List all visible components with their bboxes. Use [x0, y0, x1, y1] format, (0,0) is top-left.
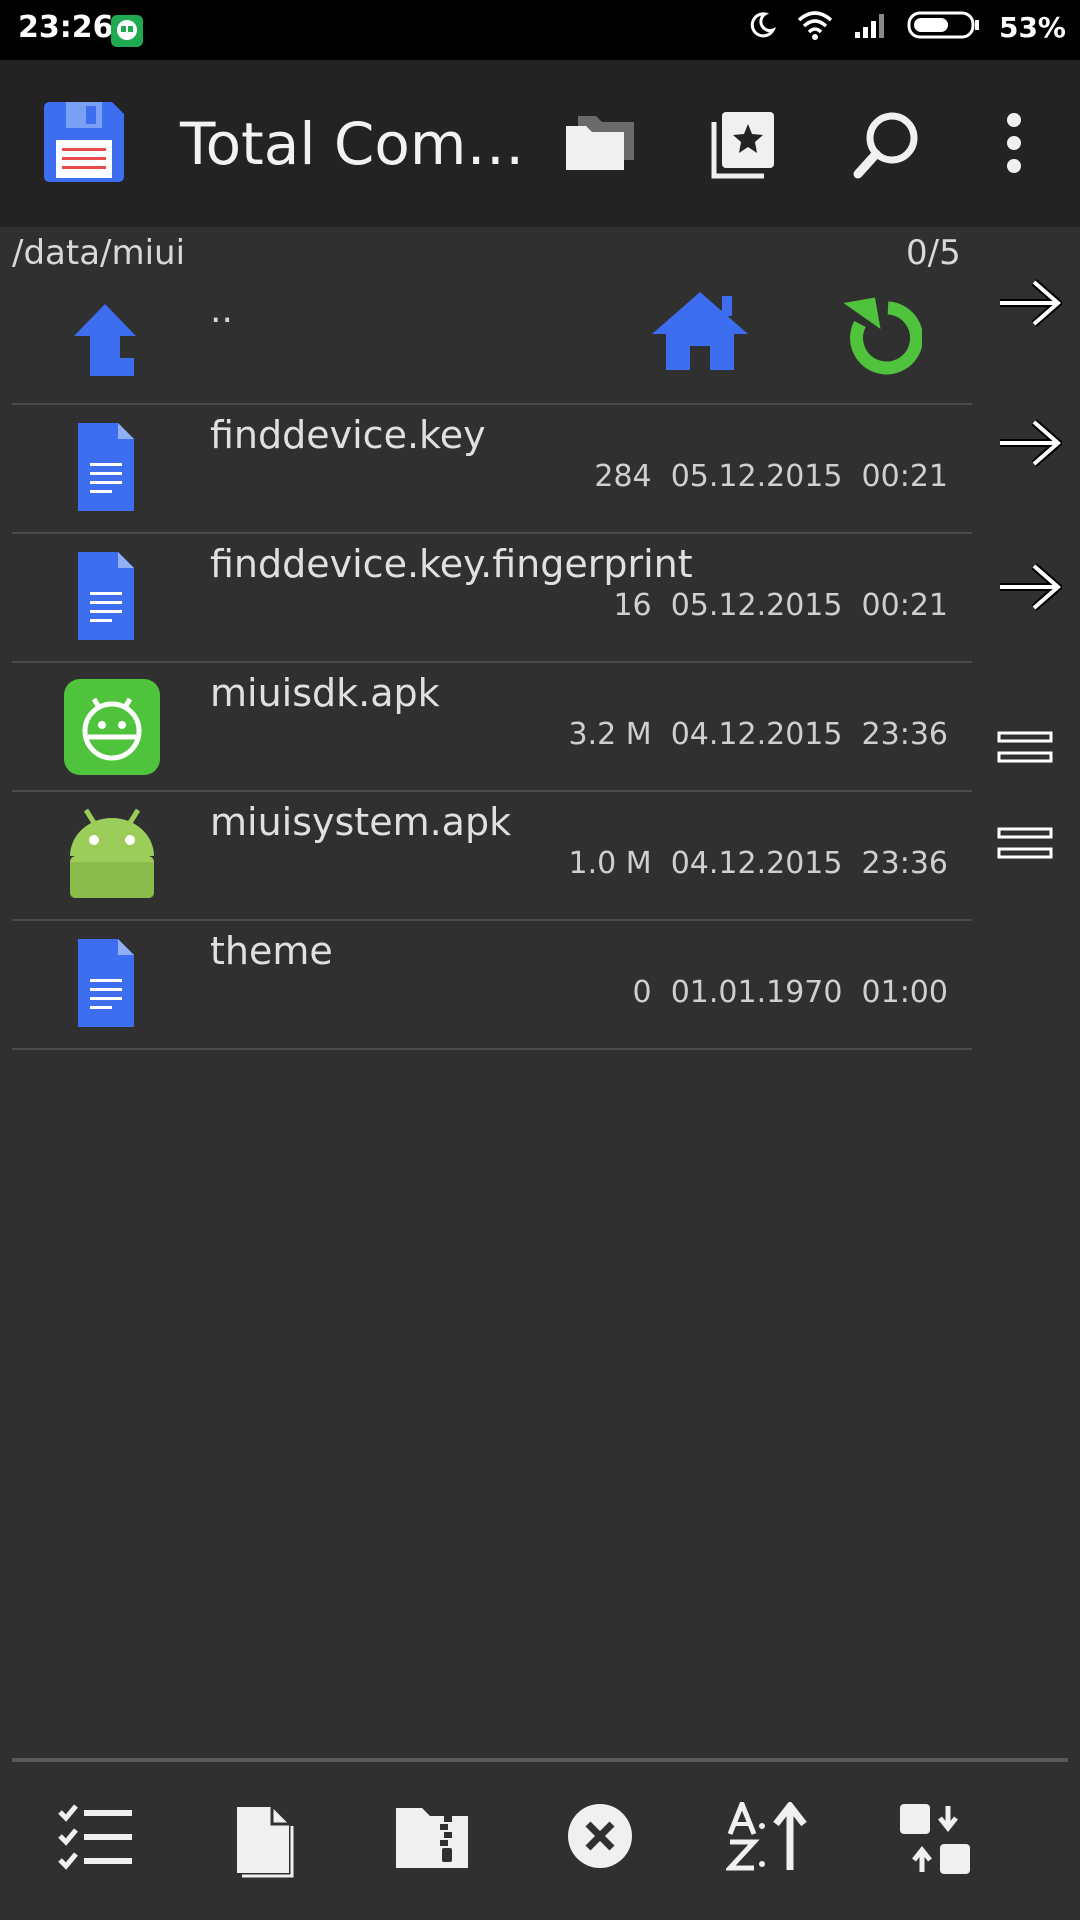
- refresh-icon[interactable]: [838, 294, 924, 382]
- file-list: finddevice.key 284 05.12.2015 00:21 find…: [12, 403, 972, 1050]
- file-name: miuisdk.apk: [210, 671, 440, 715]
- sort-az-icon[interactable]: [724, 1797, 810, 1876]
- file-meta: 1.0 M 04.12.2015 23:36: [568, 846, 949, 881]
- file-row[interactable]: finddevice.key.fingerprint 16 05.12.2015…: [12, 532, 972, 661]
- document-icon: [62, 935, 142, 1035]
- arrow-right-icon[interactable]: [996, 278, 1065, 332]
- equals-icon[interactable]: [996, 824, 1054, 868]
- home-icon[interactable]: [650, 290, 750, 376]
- bottom-toolbar: [0, 1762, 1080, 1920]
- arrow-right-icon[interactable]: [996, 418, 1065, 472]
- arrow-right-icon[interactable]: [996, 562, 1065, 616]
- file-meta: 0 01.01.1970 01:00: [632, 975, 948, 1010]
- current-path[interactable]: /data/miui: [12, 233, 185, 273]
- new-file-icon[interactable]: [232, 1802, 294, 1882]
- file-row[interactable]: miuisystem.apk 1.0 M 04.12.2015 23:36: [12, 790, 972, 919]
- moon-icon: [747, 10, 777, 44]
- android-app-icon: [62, 677, 162, 781]
- file-row[interactable]: finddevice.key 284 05.12.2015 00:21: [12, 403, 972, 532]
- document-icon: [62, 419, 142, 519]
- file-name: finddevice.key: [210, 413, 486, 457]
- cancel-icon[interactable]: [566, 1802, 634, 1874]
- status-time: 23:26: [18, 10, 114, 45]
- status-bar: 23:26 53%: [0, 0, 1080, 60]
- document-icon: [62, 548, 142, 648]
- search-icon[interactable]: [852, 110, 922, 184]
- file-name: finddevice.key.fingerprint: [210, 542, 693, 586]
- bookmarks-icon[interactable]: [708, 110, 778, 184]
- app-bar: Total Com…: [0, 60, 1080, 227]
- floppy-disk-icon[interactable]: [40, 100, 126, 188]
- file-meta: 3.2 M 04.12.2015 23:36: [568, 717, 949, 752]
- file-name: miuisystem.apk: [210, 800, 512, 844]
- status-icons: 53%: [747, 10, 1066, 44]
- more-vert-icon[interactable]: [1000, 110, 1028, 180]
- battery-percent: 53%: [998, 10, 1066, 44]
- file-meta: 16 05.12.2015 00:21: [613, 588, 948, 623]
- equals-icon[interactable]: [996, 728, 1054, 772]
- file-row[interactable]: theme 0 01.01.1970 01:00: [12, 919, 972, 1050]
- up-directory-icon[interactable]: [72, 302, 138, 382]
- battery-icon: [907, 10, 981, 44]
- parent-dir-label: ..: [210, 290, 233, 331]
- selection-count: 0/5: [906, 233, 961, 273]
- zip-folder-icon[interactable]: [394, 1802, 470, 1876]
- swap-panels-icon[interactable]: [898, 1802, 972, 1880]
- app-title: Total Com…: [180, 110, 525, 178]
- parent-directory-row[interactable]: ..: [0, 290, 972, 402]
- wifi-icon: [795, 10, 835, 44]
- signal-icon: [853, 10, 889, 44]
- folders-icon[interactable]: [562, 110, 638, 178]
- hangouts-icon: [110, 14, 144, 52]
- file-meta: 284 05.12.2015 00:21: [594, 459, 948, 494]
- file-row[interactable]: miuisdk.apk 3.2 M 04.12.2015 23:36: [12, 661, 972, 790]
- android-icon: [62, 806, 162, 906]
- file-name: theme: [210, 929, 333, 973]
- select-list-icon[interactable]: [58, 1802, 134, 1876]
